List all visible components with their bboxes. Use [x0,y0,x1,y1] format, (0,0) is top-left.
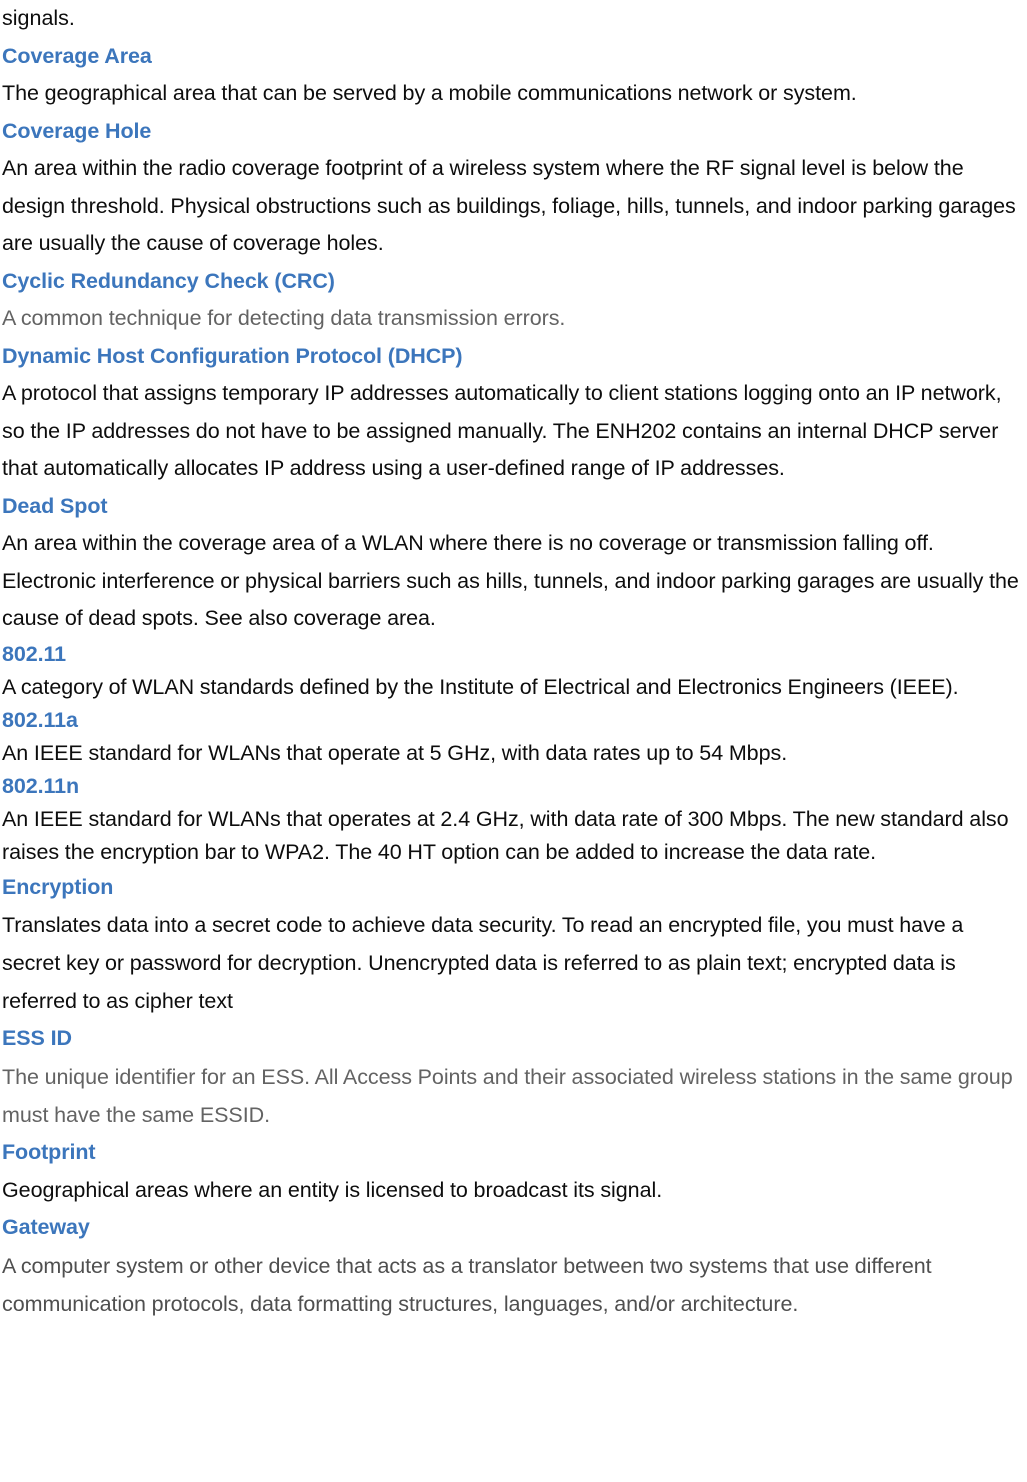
term-dhcp: Dynamic Host Configuration Protocol (DHC… [2,343,463,368]
definition-802-11a: An IEEE standard for WLANs that operate … [2,740,788,765]
glossary-body: signals. Coverage Area The geographical … [2,0,1024,1323]
term-dead-spot: Dead Spot [2,493,108,518]
term-coverage-hole: Coverage Hole [2,118,152,143]
term-802-11: 802.11 [2,641,66,666]
term-cyclic-redundancy-check: Cyclic Redundancy Check (CRC) [2,268,335,293]
term-ess-id: ESS ID [2,1026,72,1050]
term-gateway: Gateway [2,1215,90,1239]
document-page: signals. Coverage Area The geographical … [0,0,1027,1482]
term-footprint: Footprint [2,1139,96,1164]
definition-802-11: A category of WLAN standards defined by … [2,674,959,699]
definition-encryption: Translates data into a secret code to ac… [2,913,964,1013]
continuation-text: signals. [2,6,75,30]
definition-ess-id: The unique identifier for an ESS. All Ac… [2,1064,1013,1127]
definition-cyclic-redundancy-check: A common technique for detecting data tr… [2,306,566,330]
term-802-11n: 802.11n [2,773,80,798]
term-802-11a: 802.11a [2,707,78,732]
definition-gateway: A computer system or other device that a… [2,1253,932,1316]
definition-dead-spot: An area within the coverage area of a WL… [2,531,1019,630]
term-coverage-area: Coverage Area [2,43,152,68]
definition-footprint: Geographical areas where an entity is li… [2,1178,663,1202]
definition-coverage-hole: An area within the radio coverage footpr… [2,156,1016,255]
definition-dhcp: A protocol that assigns temporary IP add… [2,381,1002,480]
definition-802-11n: An IEEE standard for WLANs that operates… [2,806,1009,864]
term-encryption: Encryption [2,874,114,899]
definition-coverage-area: The geographical area that can be served… [2,81,857,105]
